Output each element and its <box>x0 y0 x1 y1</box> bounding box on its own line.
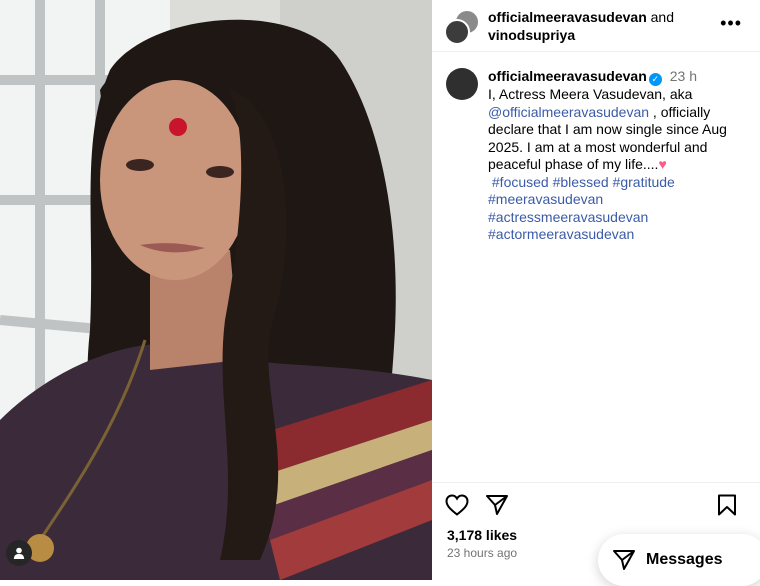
hashtag[interactable]: #actressmeeravasudevan <box>488 209 648 225</box>
post-photo[interactable] <box>0 0 432 580</box>
hashtag[interactable]: #meeravasudevan <box>488 191 603 207</box>
hashtag[interactable]: #focused <box>492 174 549 190</box>
post-image <box>0 0 432 580</box>
collab-avatars[interactable] <box>444 8 480 45</box>
messages-button[interactable]: Messages <box>598 534 760 586</box>
person-icon <box>13 547 25 559</box>
messages-icon <box>612 548 636 572</box>
more-icon: ••• <box>720 13 742 33</box>
caption-username[interactable]: officialmeeravasudevan <box>488 68 647 84</box>
caption-text: I, Actress Meera Vasudevan, aka <box>488 86 693 102</box>
more-options-button[interactable]: ••• <box>720 14 742 32</box>
save-button[interactable] <box>714 492 740 518</box>
share-button[interactable] <box>484 492 510 518</box>
caption: officialmeeravasudevan ✓ 23 h I, Actress M… <box>432 52 760 244</box>
like-button[interactable] <box>444 492 470 518</box>
hashtag[interactable]: #blessed <box>553 174 609 190</box>
author-username[interactable]: officialmeeravasudevan <box>488 9 647 25</box>
hashtag[interactable]: #actormeeravasudevan <box>488 226 634 242</box>
caption-mention[interactable]: @officialmeeravasudevan <box>488 104 649 120</box>
tagged-users-button[interactable] <box>6 540 32 566</box>
post-authors: officialmeeravasudevan and vinodsupriya <box>488 8 674 44</box>
post-panel: officialmeeravasudevan and vinodsupriya … <box>432 0 760 580</box>
messages-label: Messages <box>646 551 723 568</box>
hashtag[interactable]: #gratitude <box>613 174 675 190</box>
caption-body: officialmeeravasudevan ✓ 23 h I, Actress M… <box>488 68 746 244</box>
avatar <box>444 18 470 45</box>
caption-timestamp[interactable]: 23 h <box>670 68 697 84</box>
post-actions <box>432 482 760 526</box>
bookmark-icon <box>718 494 736 515</box>
verified-badge-icon: ✓ <box>648 73 662 86</box>
heart-icon <box>445 493 469 516</box>
post-timestamp[interactable]: 23 hours ago <box>447 546 517 560</box>
collaborator-username[interactable]: vinodsupriya <box>488 27 575 43</box>
post-header: officialmeeravasudevan and vinodsupriya … <box>432 0 760 52</box>
caption-avatar[interactable] <box>446 68 478 100</box>
likes-count[interactable]: 3,178 likes <box>447 527 517 543</box>
send-icon <box>486 494 508 515</box>
author-conjunction: and <box>650 8 674 25</box>
heart-emoji-icon: ♥ <box>658 156 667 172</box>
